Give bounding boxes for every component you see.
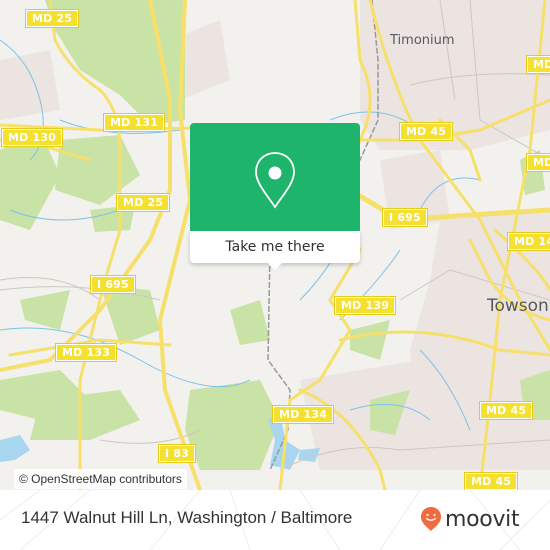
road-shield-md45: MD 45 bbox=[398, 122, 454, 141]
road-shield-md45: MD 45 bbox=[478, 401, 534, 420]
road-shield-md25: MD 25 bbox=[24, 9, 80, 28]
address-text: 1447 Walnut Hill Ln, Washington / Baltim… bbox=[21, 508, 353, 527]
place-label-timonium: Timonium bbox=[390, 33, 455, 48]
footer-bar: 1447 Walnut Hill Ln, Washington / Baltim… bbox=[0, 490, 550, 550]
moovit-logo[interactable]: moovit bbox=[420, 506, 520, 532]
road-shield-i695: I 695 bbox=[382, 208, 428, 227]
road-shield-i695: I 695 bbox=[90, 275, 136, 294]
road-shield-md25: MD 25 bbox=[115, 193, 171, 212]
take-me-there-button[interactable]: Take me there bbox=[190, 231, 360, 263]
road-shield-md133: MD 133 bbox=[54, 343, 118, 362]
road-shield-md146: MD 146 bbox=[506, 232, 550, 251]
road-shield-md1: MD 1 bbox=[525, 55, 550, 74]
moovit-pin-icon bbox=[421, 507, 441, 531]
moovit-wordmark: moovit bbox=[445, 506, 520, 532]
road-shield-md130: MD 130 bbox=[0, 128, 64, 147]
popup-header bbox=[190, 123, 360, 231]
map-pin-icon bbox=[255, 152, 295, 209]
take-me-there-label: Take me there bbox=[225, 239, 325, 255]
place-label-towson: Towson bbox=[487, 296, 549, 316]
road-shield-i83: I 83 bbox=[157, 444, 197, 463]
location-popup: Take me there bbox=[190, 123, 360, 270]
road-shield-md131: MD 131 bbox=[102, 113, 166, 132]
road-shield-md45: MD 45 bbox=[463, 472, 519, 490]
road-shield-md139: MD 139 bbox=[333, 296, 397, 315]
map-view[interactable]: Timonium Towson MD 25 MD 131 MD 130 MD 4… bbox=[0, 0, 550, 490]
road-shield-md134: MD 134 bbox=[271, 405, 335, 424]
road-shield-md1: MD 1 bbox=[525, 153, 550, 172]
map-attribution[interactable]: © OpenStreetMap contributors bbox=[14, 469, 187, 489]
popup-pointer bbox=[268, 263, 282, 270]
